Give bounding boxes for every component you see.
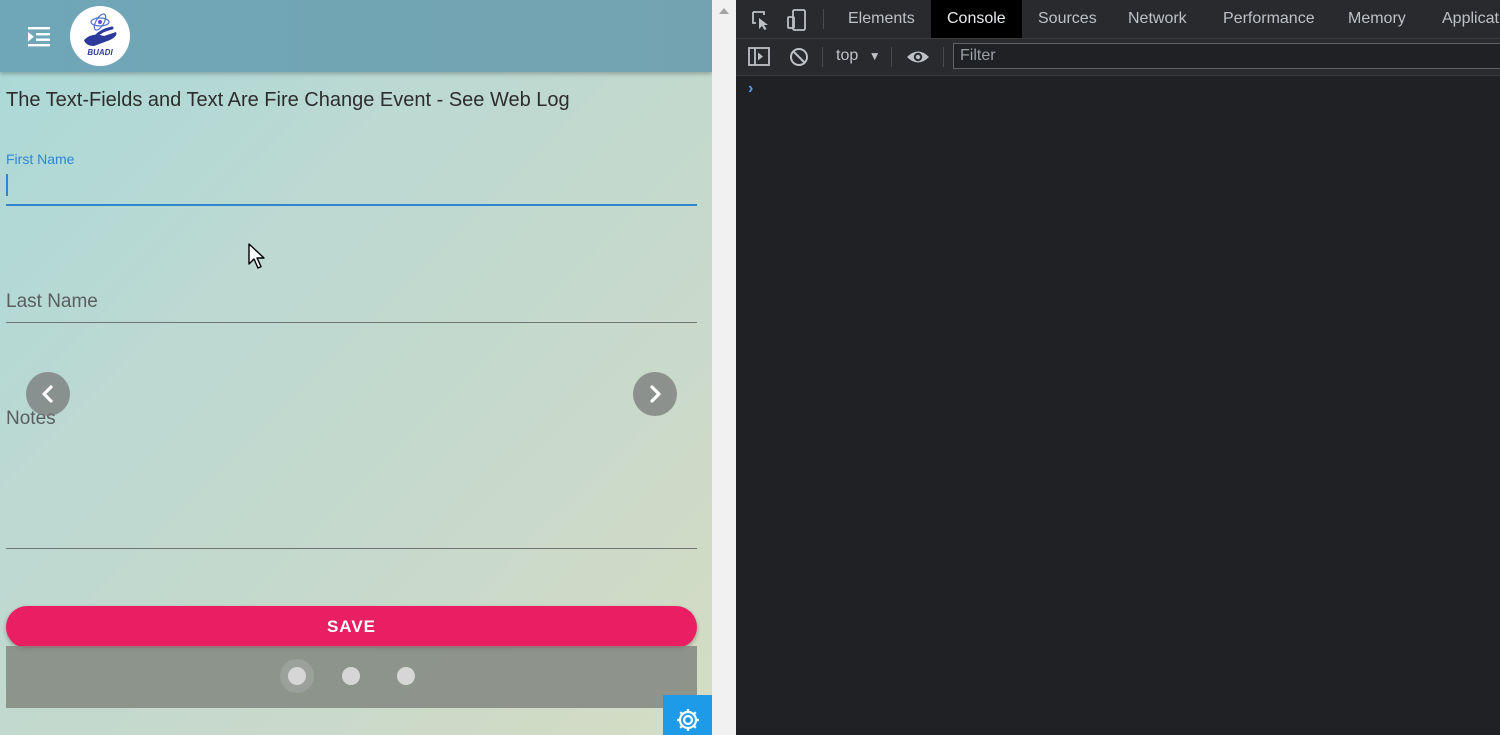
- tab-sources[interactable]: Sources: [1022, 0, 1113, 38]
- pager-dot[interactable]: [397, 667, 415, 685]
- console-filter-input[interactable]: [953, 43, 1500, 69]
- device-toolbar-icon[interactable]: [785, 8, 809, 32]
- console-prompt[interactable]: ›: [748, 80, 753, 98]
- pager-dot[interactable]: [342, 667, 360, 685]
- toolbar-separator: [822, 47, 823, 67]
- tab-network[interactable]: Network: [1112, 0, 1203, 38]
- tab-memory[interactable]: Memory: [1332, 0, 1422, 38]
- toolbar-separator: [943, 47, 944, 67]
- toolbar-separator: [891, 47, 892, 67]
- settings-button[interactable]: [663, 695, 712, 735]
- sidebar-toggle-icon[interactable]: [748, 47, 770, 67]
- logo-hand-icon: [84, 13, 117, 46]
- logo: BUADI: [70, 6, 130, 66]
- tab-console[interactable]: Console: [931, 0, 1022, 38]
- notes-textarea[interactable]: [6, 435, 697, 547]
- chevron-right-icon: [650, 385, 661, 403]
- devtools-panel: Elements Console Sources Network Perform…: [736, 0, 1500, 735]
- scroll-up-arrow-icon[interactable]: [719, 8, 729, 14]
- inspect-element-icon[interactable]: [750, 9, 772, 31]
- eye-icon[interactable]: [905, 47, 931, 67]
- page-scrollbar[interactable]: [712, 0, 736, 735]
- last-name-input[interactable]: [6, 286, 697, 320]
- console-toolbar: top ▼: [736, 39, 1500, 76]
- mouse-pointer-icon: [248, 243, 265, 269]
- menu-button[interactable]: [26, 25, 54, 49]
- app-header: BUADI: [0, 0, 712, 72]
- text-caret: [6, 174, 8, 196]
- first-name-label: First Name: [6, 151, 75, 167]
- tab-performance[interactable]: Performance: [1207, 0, 1331, 38]
- gear-icon: [677, 709, 699, 731]
- page-heading: The Text-Fields and Text Are Fire Change…: [6, 89, 570, 111]
- prev-slide-button[interactable]: [26, 372, 70, 416]
- menu-icon: [28, 27, 50, 47]
- save-button[interactable]: SAVE: [6, 606, 697, 648]
- carousel-pager: [6, 646, 697, 708]
- last-name-underline: [6, 322, 697, 323]
- clear-console-icon[interactable]: [788, 46, 810, 68]
- logo-text: BUADI: [87, 48, 113, 57]
- tab-elements[interactable]: Elements: [832, 0, 931, 38]
- pager-dot-active[interactable]: [288, 667, 306, 685]
- chevron-left-icon: [42, 385, 53, 403]
- app-pane: BUADI The Text-Fields and Text Are Fire …: [0, 0, 712, 735]
- tab-application[interactable]: Applicat: [1426, 0, 1500, 38]
- first-name-underline: [6, 204, 697, 206]
- context-value: top: [836, 47, 859, 64]
- devtools-tab-bar: Elements Console Sources Network Perform…: [736, 0, 1500, 39]
- dropdown-arrow-icon: ▼: [868, 49, 881, 63]
- execution-context-select[interactable]: top ▼: [836, 47, 881, 65]
- toolbar-separator: [823, 9, 824, 29]
- first-name-input[interactable]: [6, 170, 697, 204]
- notes-underline: [6, 548, 697, 549]
- next-slide-button[interactable]: [633, 372, 677, 416]
